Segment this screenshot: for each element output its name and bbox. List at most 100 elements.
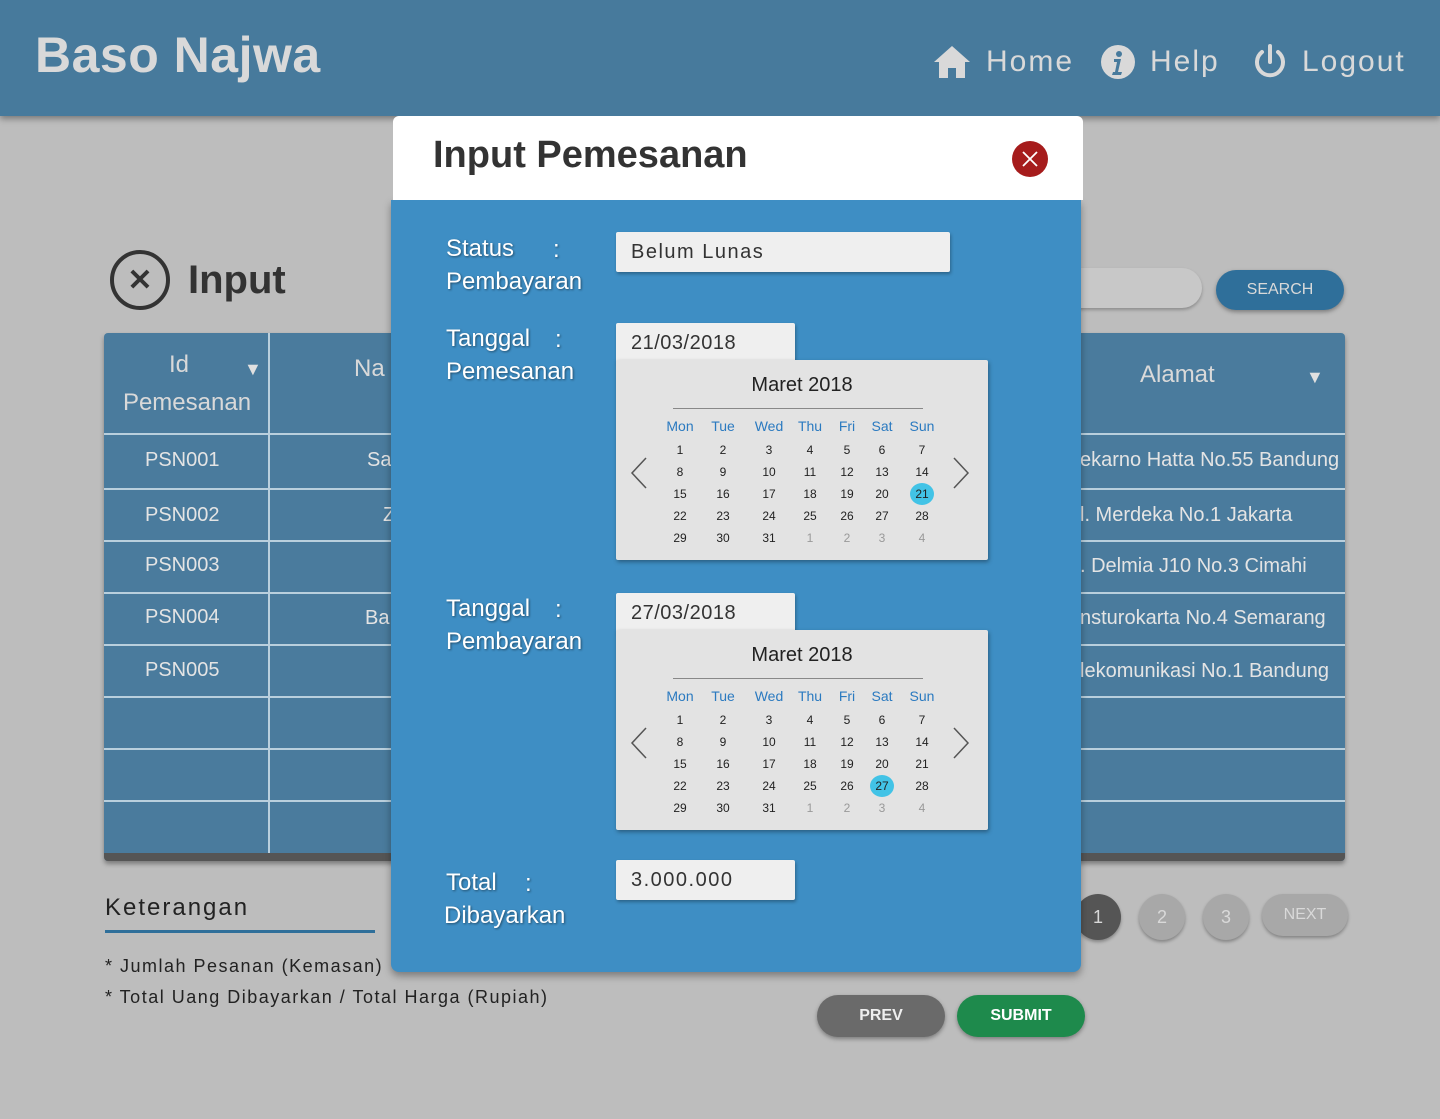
calendar-day[interactable]: 2 — [835, 797, 859, 819]
search-button[interactable]: SEARCH — [1216, 270, 1344, 310]
calendar-day[interactable]: 7 — [910, 709, 934, 731]
calendar-day[interactable]: 14 — [910, 731, 934, 753]
calendar-day[interactable]: 17 — [757, 483, 781, 505]
calendar-day[interactable]: 2 — [711, 439, 735, 461]
calendar-day[interactable]: 23 — [711, 505, 735, 527]
calendar-day[interactable]: 13 — [870, 731, 894, 753]
info-icon — [1101, 45, 1135, 79]
calendar-day[interactable]: 8 — [668, 461, 692, 483]
calendar-day[interactable]: 30 — [711, 527, 735, 549]
calendar-day[interactable]: 1 — [798, 797, 822, 819]
calendar-day[interactable]: 21 — [910, 753, 934, 775]
calendar-day[interactable]: 11 — [798, 461, 822, 483]
calendar-day[interactable]: 24 — [757, 505, 781, 527]
calendar-day[interactable]: 29 — [668, 797, 692, 819]
calendar-day[interactable]: 9 — [711, 731, 735, 753]
calendar-day[interactable]: 21 — [910, 483, 934, 505]
calendar-day[interactable]: 15 — [668, 483, 692, 505]
calendar-day[interactable]: 4 — [910, 527, 934, 549]
calendar-day[interactable]: 19 — [835, 753, 859, 775]
calendar-day[interactable]: 4 — [798, 439, 822, 461]
calendar-day[interactable]: 20 — [870, 483, 894, 505]
calendar-day[interactable]: 1 — [798, 527, 822, 549]
sort-caret-icon[interactable]: ▼ — [1306, 367, 1324, 388]
calendar-day[interactable]: 25 — [798, 775, 822, 797]
calendar-day[interactable]: 11 — [798, 731, 822, 753]
calendar-day[interactable]: 31 — [757, 797, 781, 819]
search-input[interactable] — [1060, 268, 1202, 308]
calendar-day[interactable]: 16 — [711, 753, 735, 775]
calendar-day[interactable]: 16 — [711, 483, 735, 505]
next-page-button[interactable]: NEXT — [1262, 894, 1348, 936]
calendar-day[interactable]: 29 — [668, 527, 692, 549]
calendar-day[interactable]: 18 — [798, 753, 822, 775]
calendar-day[interactable]: 2 — [835, 527, 859, 549]
calendar-day[interactable]: 22 — [668, 505, 692, 527]
calendar-day[interactable]: 25 — [798, 505, 822, 527]
chevron-left-icon[interactable] — [630, 726, 648, 760]
total-dibayarkan-field[interactable]: 3.000.000 — [616, 860, 795, 900]
calendar-day[interactable]: 3 — [757, 709, 781, 731]
page-button-3[interactable]: 3 — [1203, 894, 1249, 940]
calendar-day[interactable]: 3 — [870, 797, 894, 819]
modal-close-button[interactable] — [1012, 141, 1048, 177]
tanggal-pembayaran-field[interactable]: 27/03/2018 — [616, 593, 795, 633]
calendar-day[interactable]: 30 — [711, 797, 735, 819]
calendar-day[interactable]: 20 — [870, 753, 894, 775]
calendar-day[interactable]: 1 — [668, 709, 692, 731]
status-pembayaran-field[interactable]: Belum Lunas — [616, 232, 950, 272]
calendar-day[interactable]: 5 — [835, 709, 859, 731]
calendar-day[interactable]: 22 — [668, 775, 692, 797]
calendar-day[interactable]: 13 — [870, 461, 894, 483]
calendar-day[interactable]: 12 — [835, 731, 859, 753]
status-label-line2: Pembayaran — [446, 268, 583, 295]
calendar-day[interactable]: 3 — [757, 439, 781, 461]
calendar-day[interactable]: 28 — [910, 505, 934, 527]
calendar-day[interactable]: 28 — [910, 775, 934, 797]
calendar-day[interactable]: 10 — [757, 461, 781, 483]
calendar-day[interactable]: 26 — [835, 505, 859, 527]
calendar-day[interactable]: 9 — [711, 461, 735, 483]
calendar-day[interactable]: 6 — [870, 709, 894, 731]
modal-header: Input Pemesanan — [393, 116, 1083, 200]
chevron-left-icon[interactable] — [630, 456, 648, 490]
calendar-day[interactable]: 17 — [757, 753, 781, 775]
prev-button[interactable]: PREV — [817, 995, 945, 1037]
calendar-day[interactable]: 12 — [835, 461, 859, 483]
calendar-day[interactable]: 5 — [835, 439, 859, 461]
nav-home-link[interactable]: Home — [932, 40, 1074, 84]
calendar-day[interactable]: 4 — [910, 797, 934, 819]
calendar-day[interactable]: 24 — [757, 775, 781, 797]
nav-logout-link[interactable]: Logout — [1252, 40, 1406, 84]
page-button-1[interactable]: 1 — [1075, 894, 1121, 940]
tanggal-pemesanan-field[interactable]: 21/03/2018 — [616, 323, 795, 363]
calendar-day[interactable]: 8 — [668, 731, 692, 753]
column-header-nama[interactable]: Na — [354, 355, 385, 383]
calendar-day[interactable]: 23 — [711, 775, 735, 797]
brand-logo-text[interactable]: Baso Najwa — [35, 26, 321, 84]
sort-caret-icon[interactable]: ▼ — [244, 359, 262, 380]
calendar-day[interactable]: 3 — [870, 527, 894, 549]
calendar-day[interactable]: 1 — [668, 439, 692, 461]
close-circle-icon[interactable]: ✕ — [110, 250, 170, 310]
calendar-day[interactable]: 18 — [798, 483, 822, 505]
calendar-day[interactable]: 27 — [870, 775, 894, 797]
submit-button[interactable]: SUBMIT — [957, 995, 1085, 1037]
calendar-day[interactable]: 15 — [668, 753, 692, 775]
calendar-day[interactable]: 10 — [757, 731, 781, 753]
calendar-day[interactable]: 7 — [910, 439, 934, 461]
calendar-day[interactable]: 14 — [910, 461, 934, 483]
calendar-day[interactable]: 31 — [757, 527, 781, 549]
column-header-alamat[interactable]: Alamat — [1140, 361, 1215, 389]
calendar-day[interactable]: 27 — [870, 505, 894, 527]
page-button-2[interactable]: 2 — [1139, 894, 1185, 940]
calendar-day[interactable]: 6 — [870, 439, 894, 461]
chevron-right-icon[interactable] — [952, 456, 970, 490]
calendar-day[interactable]: 4 — [798, 709, 822, 731]
chevron-right-icon[interactable] — [952, 726, 970, 760]
calendar-day[interactable]: 26 — [835, 775, 859, 797]
calendar-day[interactable]: 2 — [711, 709, 735, 731]
calendar-day[interactable]: 19 — [835, 483, 859, 505]
nav-help-link[interactable]: Help — [1100, 40, 1220, 84]
table-cell-id: PSN004 — [145, 606, 220, 628]
